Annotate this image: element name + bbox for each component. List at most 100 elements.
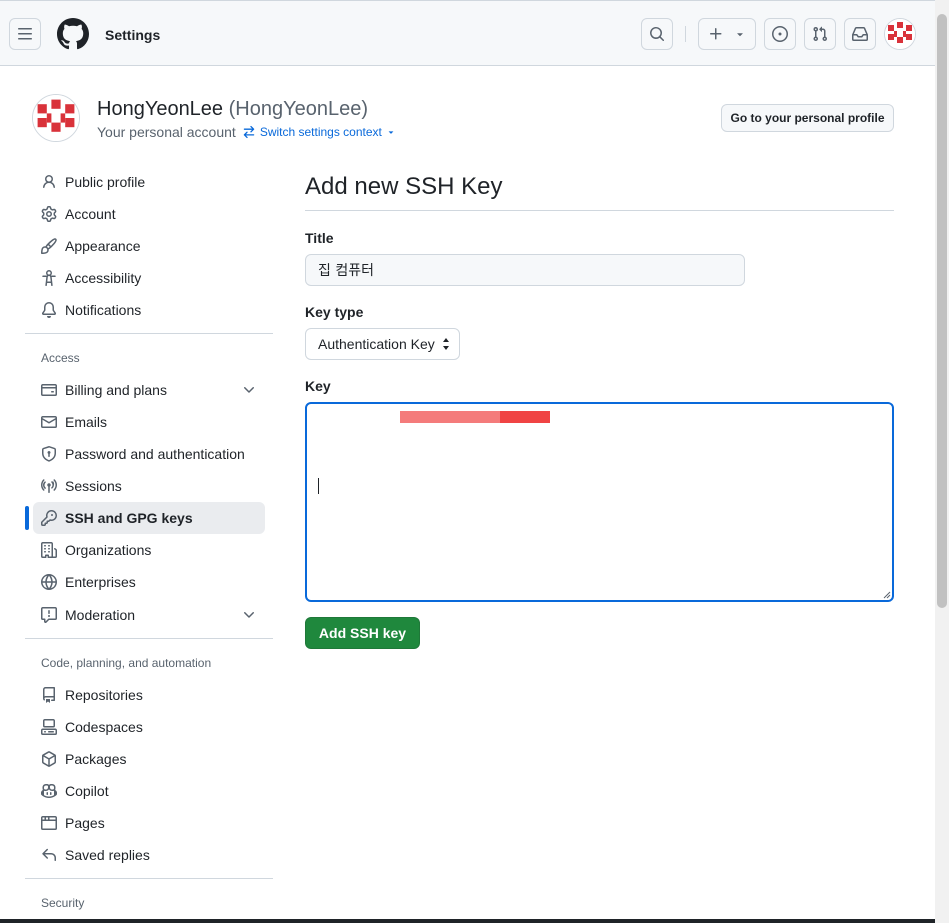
sidebar-item-organizations[interactable]: Organizations — [33, 534, 265, 566]
sidebar-item-codespaces[interactable]: Codespaces — [33, 711, 265, 743]
identicon-avatar-icon — [33, 95, 79, 141]
sidebar-item-billing[interactable]: Billing and plans — [33, 374, 265, 406]
scrollbar-thumb[interactable] — [937, 14, 947, 608]
sidebar-item-label: Billing and plans — [65, 382, 167, 398]
sidebar-item-label: Sessions — [65, 478, 122, 494]
codespaces-icon — [41, 719, 57, 735]
sidebar-item-sessions[interactable]: Sessions — [33, 470, 265, 502]
sidebar-item-accessibility[interactable]: Accessibility — [33, 262, 265, 294]
sidebar-item-label: Pages — [65, 815, 105, 831]
sidebar-item-label: Copilot — [65, 783, 109, 799]
select-arrows-icon — [443, 338, 449, 350]
sidebar-heading-code: Code, planning, and automation — [41, 656, 212, 670]
key-textarea[interactable] — [305, 402, 894, 602]
key-label: Key — [305, 378, 331, 394]
organization-icon — [41, 542, 57, 558]
sidebar-item-packages[interactable]: Packages — [33, 743, 265, 775]
sidebar-item-label: Saved replies — [65, 847, 150, 863]
github-mark-icon[interactable] — [57, 18, 89, 50]
sidebar-item-copilot[interactable]: Copilot — [33, 775, 265, 807]
sidebar-item-ssh-gpg-keys[interactable]: SSH and GPG keys — [33, 502, 265, 534]
window-bottom-edge — [0, 919, 935, 923]
sidebar-item-label: Appearance — [65, 238, 141, 254]
title-input[interactable] — [305, 254, 745, 286]
title-label: Title — [305, 230, 334, 246]
go-to-profile-button[interactable]: Go to your personal profile — [721, 104, 894, 132]
login-name: (HongYeonLee) — [228, 98, 368, 120]
switch-context-label: Switch settings context — [259, 125, 382, 139]
profile-avatar[interactable] — [32, 94, 80, 142]
report-icon — [41, 607, 57, 623]
key-type-label: Key type — [305, 304, 364, 320]
switch-context-link[interactable]: Switch settings context — [242, 125, 396, 139]
profile-subtitle: Your personal account Switch settings co… — [97, 124, 396, 140]
arrow-switch-icon — [243, 125, 255, 139]
context-title[interactable]: Settings — [105, 27, 160, 43]
inbox-icon — [852, 27, 868, 41]
shield-lock-icon — [42, 446, 56, 462]
broadcast-icon — [41, 479, 57, 493]
header-divider — [685, 26, 686, 42]
sidebar-divider — [25, 638, 273, 639]
redacted-key-content — [500, 411, 550, 423]
sidebar-item-public-profile[interactable]: Public profile — [33, 166, 265, 198]
triangle-down-icon — [737, 33, 743, 37]
search-icon — [650, 27, 665, 42]
sidebar-item-label: Codespaces — [65, 719, 143, 735]
key-type-select[interactable]: Authentication Key — [305, 328, 460, 360]
inbox-button[interactable] — [844, 18, 876, 50]
key-icon — [41, 510, 57, 526]
display-name[interactable]: HongYeonLee — [97, 98, 223, 120]
sidebar-item-notifications[interactable]: Notifications — [33, 294, 265, 326]
user-avatar-button[interactable] — [884, 18, 916, 50]
sidebar-item-enterprises[interactable]: Enterprises — [33, 566, 265, 598]
triangle-down-icon — [388, 131, 394, 134]
profile-name: HongYeonLee (HongYeonLee) — [97, 98, 368, 121]
text-cursor — [318, 478, 319, 494]
sidebar-item-account[interactable]: Account — [33, 198, 265, 230]
browser-icon — [41, 816, 57, 830]
redacted-key-content — [400, 411, 500, 423]
sidebar-item-moderation[interactable]: Moderation — [33, 599, 265, 631]
sidebar-item-label: Moderation — [65, 607, 136, 623]
sidebar-item-label: Password and authentication — [65, 446, 245, 462]
git-pull-request-icon — [813, 26, 828, 42]
sidebar-item-appearance[interactable]: Appearance — [33, 230, 265, 262]
sidebar-item-saved-replies[interactable]: Saved replies — [33, 839, 265, 871]
sidebar-heading-access: Access — [41, 351, 80, 365]
resize-handle-icon[interactable] — [882, 590, 891, 599]
active-indicator — [25, 506, 29, 530]
sidebar-item-pages[interactable]: Pages — [33, 807, 265, 839]
identicon-avatar-icon — [885, 19, 915, 49]
accessibility-icon — [42, 270, 56, 286]
sidebar-heading-security: Security — [41, 896, 85, 910]
menu-button[interactable] — [9, 18, 41, 50]
sidebar-item-password-authentication[interactable]: Password and authentication — [33, 438, 265, 470]
sidebar-item-label: Notifications — [65, 302, 142, 318]
sidebar-item-repositories[interactable]: Repositories — [33, 679, 265, 711]
create-new-button[interactable] — [698, 18, 756, 50]
add-ssh-key-button[interactable]: Add SSH key — [305, 617, 420, 649]
search-button[interactable] — [641, 18, 673, 50]
reply-icon — [42, 848, 56, 861]
account-type-label: Your personal account — [97, 124, 236, 140]
issues-button[interactable] — [764, 18, 796, 50]
bell-icon — [41, 302, 56, 318]
sidebar-item-label: Packages — [65, 751, 127, 767]
globe-icon — [41, 574, 57, 590]
title-divider — [305, 210, 894, 211]
key-type-value: Authentication Key — [318, 336, 435, 352]
credit-card-icon — [41, 384, 57, 396]
sidebar-item-label: SSH and GPG keys — [65, 510, 193, 526]
pull-requests-button[interactable] — [804, 18, 836, 50]
three-bars-icon — [18, 28, 32, 40]
copilot-icon — [41, 783, 57, 799]
mail-icon — [41, 416, 57, 428]
sidebar-item-emails[interactable]: Emails — [33, 406, 265, 438]
global-header: Settings — [0, 0, 935, 66]
sidebar-item-label: Account — [65, 206, 116, 222]
sidebar-divider — [25, 878, 273, 879]
chevron-down-icon — [244, 612, 254, 618]
chevron-down-icon — [244, 387, 254, 393]
sidebar-item-label: Accessibility — [65, 270, 142, 286]
